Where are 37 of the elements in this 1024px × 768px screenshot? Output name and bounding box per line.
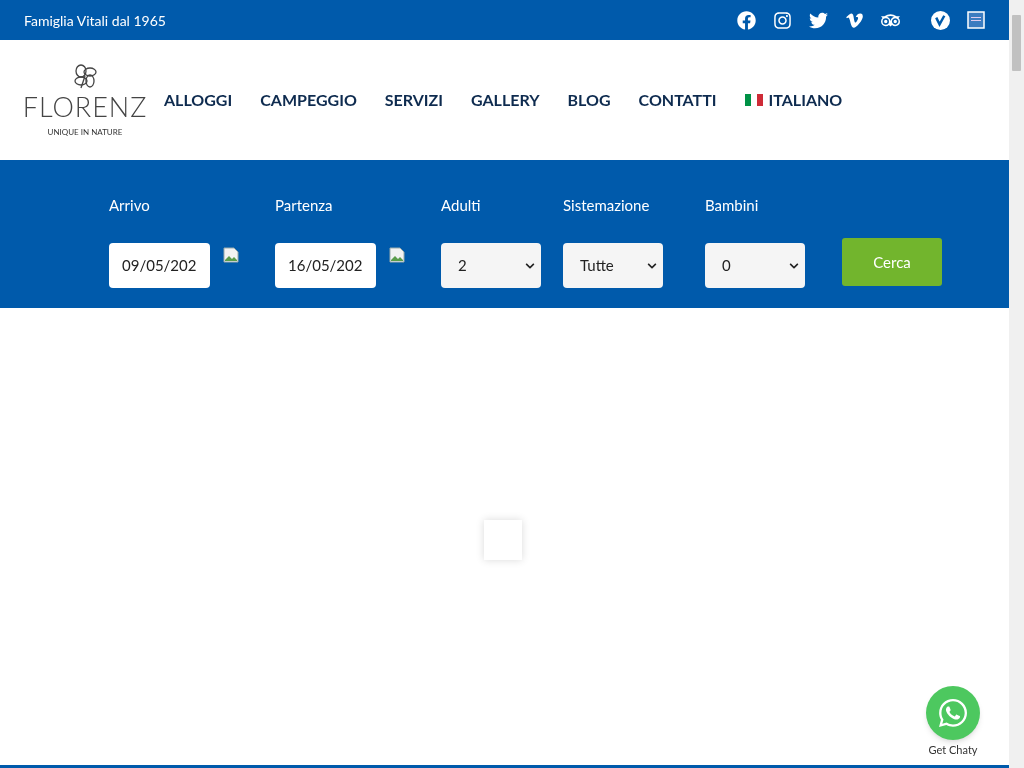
field-label: Bambini <box>705 195 760 216</box>
logo-name: FLORENZ <box>22 90 148 123</box>
flag-icon <box>744 94 763 106</box>
facebook-icon[interactable] <box>737 10 756 30</box>
logo[interactable]: FLORENZ UNIQUE IN NATURE <box>24 62 146 138</box>
nav-link[interactable]: ALLOGGI <box>164 88 233 112</box>
check-circle-icon[interactable] <box>931 10 950 30</box>
scrollbar[interactable] <box>1009 0 1024 768</box>
chevron-down-icon <box>525 260 535 271</box>
select-field[interactable]: 0 <box>705 243 805 288</box>
twitter-icon[interactable] <box>809 10 828 30</box>
chevron-down-icon <box>647 260 657 271</box>
nav-link[interactable]: CONTATTI <box>638 88 717 112</box>
tagline: Famiglia Vitali dal 1965 <box>24 10 166 31</box>
date-field[interactable]: 16/05/202 <box>275 243 376 288</box>
vimeo-icon[interactable] <box>845 10 864 30</box>
nav-link[interactable]: GALLERY <box>471 88 540 112</box>
clover-icon <box>72 62 98 89</box>
instagram-icon[interactable] <box>773 10 792 30</box>
badge-icon[interactable] <box>967 11 985 29</box>
logo-tagline: UNIQUE IN NATURE <box>47 125 123 138</box>
date-field[interactable]: 09/05/202 <box>109 243 210 288</box>
field-label: Adulti <box>441 195 482 216</box>
select-field[interactable]: Tutte <box>563 243 663 288</box>
nav-link[interactable]: CAMPEGGIO <box>260 88 357 112</box>
chevron-down-icon <box>789 260 799 271</box>
select-field[interactable]: 2 <box>441 243 541 288</box>
nav-link[interactable]: ITALIANO <box>744 88 843 112</box>
field-label: Arrivo <box>109 195 151 216</box>
nav-link[interactable]: BLOG <box>567 88 611 112</box>
chat-label: Get Chaty <box>928 741 978 758</box>
whatsapp-icon <box>937 696 969 729</box>
field-label: Partenza <box>275 195 334 216</box>
broken-image-icon <box>223 247 239 263</box>
field-label: Sistemazione <box>563 195 651 216</box>
broken-image-icon <box>389 247 405 263</box>
nav-link[interactable]: SERVIZI <box>384 88 443 112</box>
